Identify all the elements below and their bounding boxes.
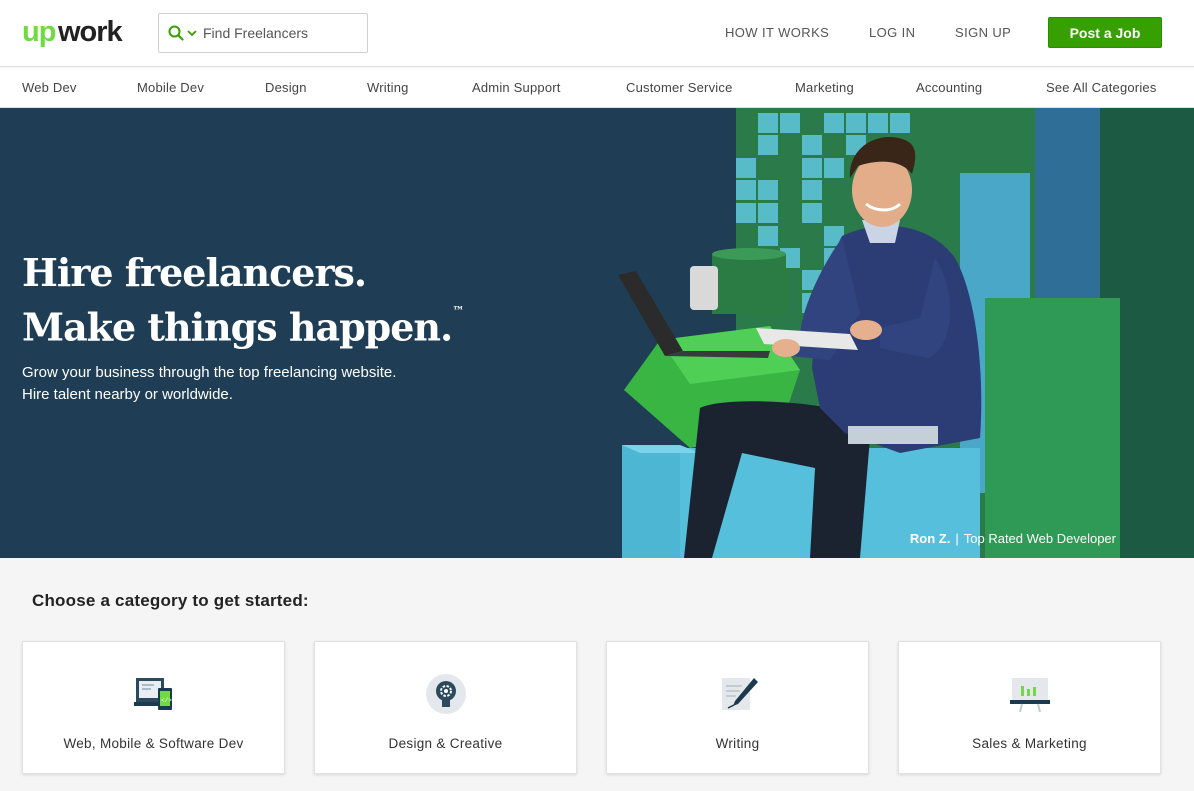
category-card-sales-marketing[interactable]: Sales & Marketing	[898, 641, 1161, 774]
catnav-writing[interactable]: Writing	[367, 80, 409, 95]
hero-banner: Hire freelancers. Make things happen.™ Gr…	[0, 108, 1194, 558]
hero-headline-line2: Make things happen.	[22, 304, 453, 350]
how-it-works-link[interactable]: HOW IT WORKS	[725, 25, 829, 40]
catnav-design[interactable]: Design	[265, 80, 307, 95]
caption-title: Top Rated Web Developer	[963, 531, 1116, 546]
category-card-design-creative[interactable]: Design & Creative	[314, 641, 577, 774]
category-section-heading: Choose a category to get started:	[32, 591, 309, 610]
catnav-customer-service[interactable]: Customer Service	[626, 80, 733, 95]
chart-board-icon	[1009, 678, 1050, 713]
devices-icon: </>	[133, 678, 172, 710]
category-card-label: Design & Creative	[388, 736, 503, 751]
log-in-link[interactable]: LOG IN	[869, 25, 915, 40]
catnav-marketing[interactable]: Marketing	[795, 80, 854, 95]
search-box[interactable]	[158, 13, 368, 53]
hero-caption: Ron Z. | Top Rated Web Developer	[910, 531, 1116, 546]
category-card-label: Sales & Marketing	[972, 736, 1087, 751]
category-card-label: Web, Mobile & Software Dev	[63, 736, 244, 751]
trademark-symbol: ™	[452, 304, 465, 318]
lightbulb-icon	[425, 674, 466, 714]
chevron-down-icon[interactable]	[187, 28, 197, 38]
svg-text:work: work	[57, 18, 124, 48]
svg-text:up: up	[22, 18, 56, 48]
hero-subtitle: Grow your business through the top freel…	[22, 364, 397, 403]
hero-headline-line1: Hire freelancers.	[22, 250, 367, 295]
upwork-logo[interactable]: up work	[22, 13, 126, 53]
site-header: up work HOW IT WORKS LOG IN SIGN UP Post…	[0, 0, 1194, 67]
catnav-accounting[interactable]: Accounting	[916, 80, 982, 95]
search-icon[interactable]	[168, 25, 184, 41]
svg-text:</>: </>	[161, 697, 172, 704]
hero-headline: Hire freelancers. Make things happen.™	[22, 248, 464, 353]
sign-up-link[interactable]: SIGN UP	[955, 25, 1011, 40]
search-input[interactable]	[203, 25, 363, 41]
caption-separator: |	[955, 531, 959, 546]
post-a-job-button[interactable]: Post a Job	[1048, 17, 1162, 48]
catnav-web-dev[interactable]: Web Dev	[22, 80, 77, 95]
caption-name: Ron Z.	[909, 531, 951, 546]
catnav-mobile-dev[interactable]: Mobile Dev	[137, 80, 204, 95]
catnav-admin-support[interactable]: Admin Support	[472, 80, 561, 95]
category-card-writing[interactable]: Writing	[606, 641, 869, 774]
catnav-see-all-categories[interactable]: See All Categories	[1046, 80, 1157, 95]
pen-icon	[721, 678, 758, 710]
category-card-label: Writing	[715, 736, 760, 751]
category-nav: Web Dev Mobile Dev Design Writing Admin …	[0, 68, 1194, 108]
category-card-web-mobile-software-dev[interactable]: </> Web, Mobile & Software Dev	[22, 641, 285, 774]
